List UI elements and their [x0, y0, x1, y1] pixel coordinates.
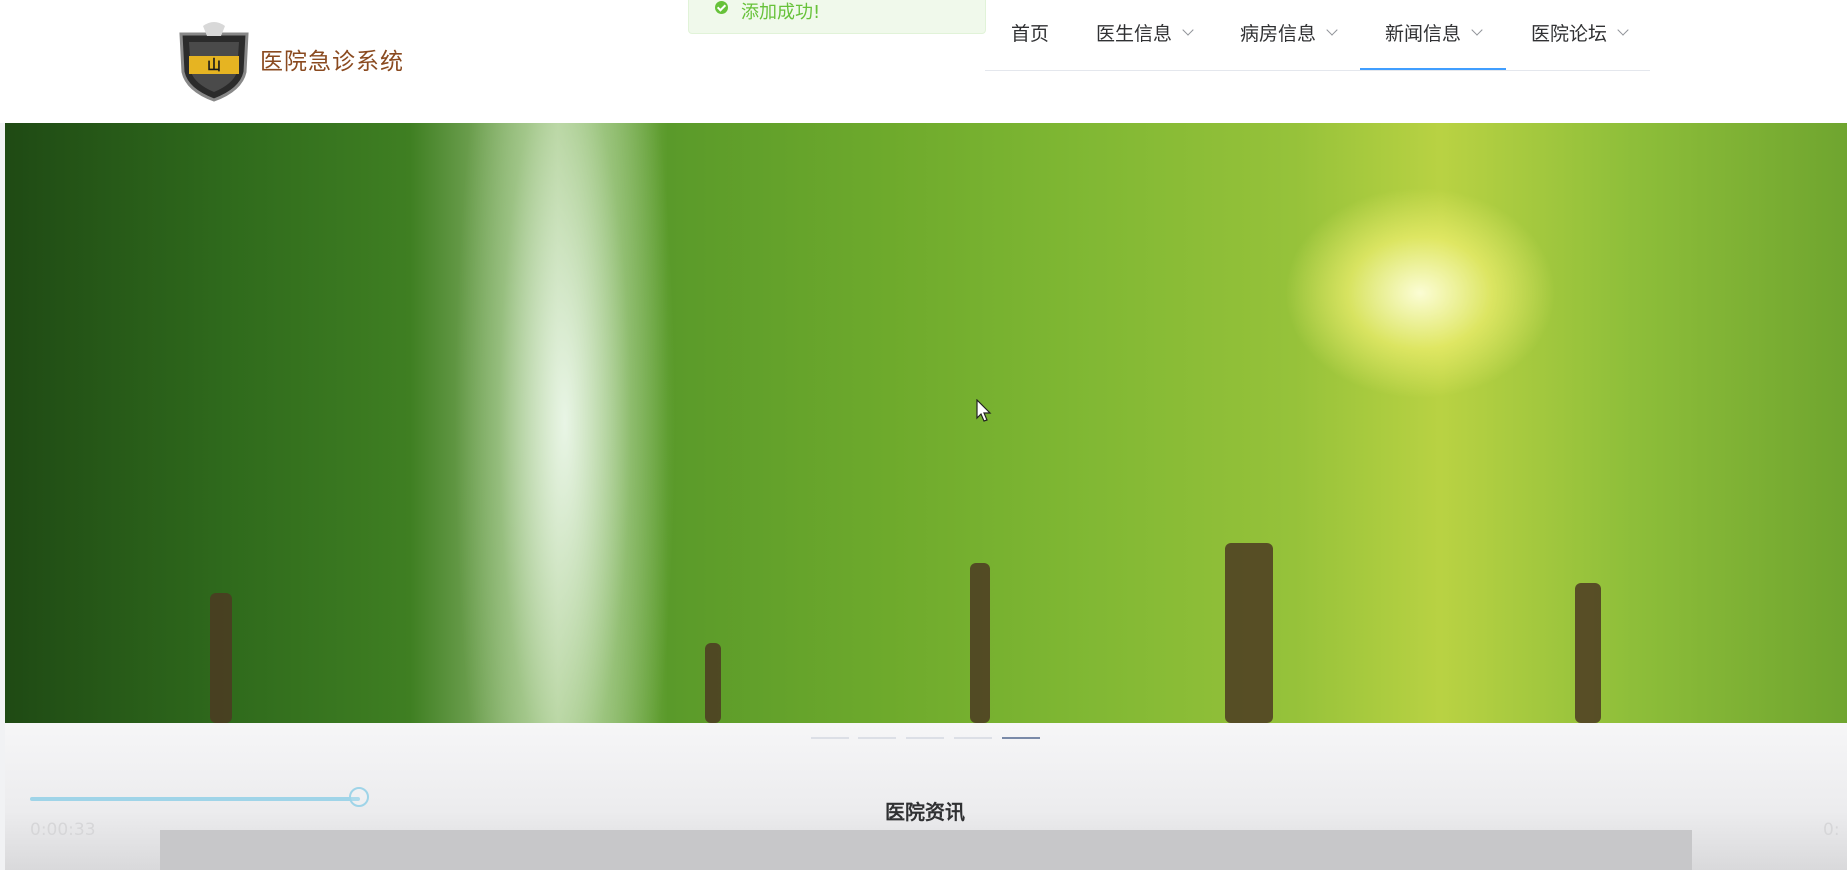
tree-trunk: [1225, 543, 1273, 723]
nav-item-label: 首页: [1011, 23, 1050, 45]
check-circle-icon: [715, 1, 728, 14]
tree-trunk: [210, 593, 232, 723]
nav-item-home[interactable]: 首页: [1011, 0, 1049, 70]
carousel-banner-image[interactable]: [5, 123, 1847, 723]
nav-item-ward-info[interactable]: 病房信息: [1240, 0, 1338, 70]
nav-item-label: 医生信息: [1096, 23, 1173, 45]
carousel-indicator[interactable]: [811, 737, 849, 739]
news-list-container: [160, 830, 1692, 870]
nav-item-forum[interactable]: 医院论坛: [1531, 0, 1629, 70]
carousel-indicator[interactable]: [906, 737, 944, 739]
video-progress-handle[interactable]: [349, 787, 369, 807]
carousel-indicator[interactable]: [858, 737, 896, 739]
chevron-down-icon: [1182, 24, 1194, 36]
svg-text:山: 山: [207, 58, 221, 74]
main-nav: 首页 医生信息 病房信息 新闻信息 医院论坛: [985, 0, 1650, 71]
nav-item-label: 病房信息: [1240, 23, 1317, 45]
nav-item-news-info[interactable]: 新闻信息: [1360, 0, 1507, 70]
chevron-down-icon: [1471, 24, 1483, 36]
nav-item-label: 新闻信息: [1385, 23, 1462, 45]
success-toast: 添加成功!: [688, 0, 986, 34]
nav-item-label: 医院论坛: [1531, 23, 1608, 45]
video-elapsed-time: 0:00:33: [30, 820, 96, 840]
tree-trunk: [970, 563, 990, 723]
carousel-indicator[interactable]: [954, 737, 992, 739]
site-header: 山 医院急诊系统 添加成功! 首页 医生信息 病房信息 新闻信息 医院论坛: [0, 0, 1847, 123]
nav-item-doctor-info[interactable]: 医生信息: [1096, 0, 1194, 70]
chevron-down-icon: [1326, 24, 1338, 36]
chevron-down-icon: [1617, 24, 1629, 36]
section-title: 医院资讯: [885, 800, 965, 824]
video-total-time: 0:: [1823, 820, 1840, 840]
site-title: 医院急诊系统: [260, 49, 404, 75]
shield-eagle-logo-icon[interactable]: 山: [175, 20, 253, 102]
carousel-indicator-active[interactable]: [1002, 737, 1040, 739]
toast-message: 添加成功!: [741, 2, 821, 23]
video-progress-bar[interactable]: [30, 797, 360, 801]
tree-trunk: [705, 643, 721, 723]
tree-trunk: [1575, 583, 1601, 723]
